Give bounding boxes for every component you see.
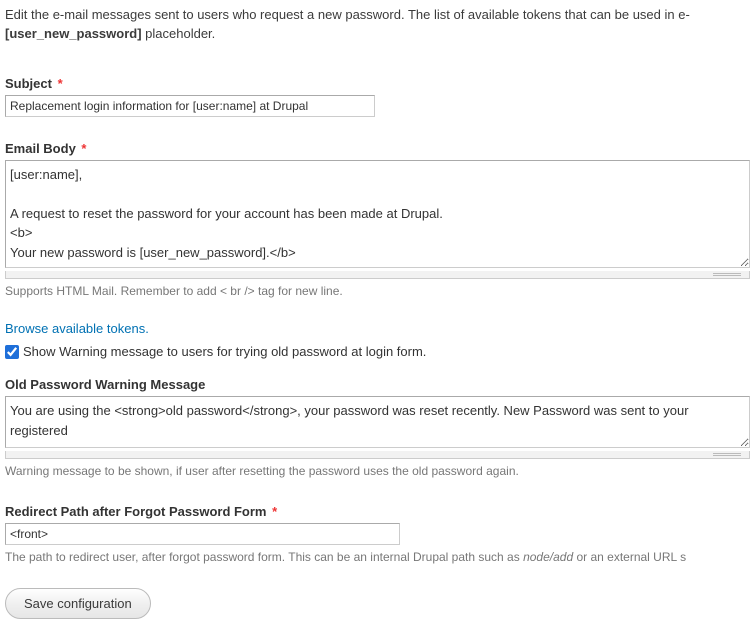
redirect-desc-after: or an external URL s [573, 550, 686, 564]
redirect-input[interactable] [5, 523, 400, 545]
old-password-warning-field: Old Password Warning Message You are usi… [5, 377, 750, 480]
old-pw-warning-label: Old Password Warning Message [5, 377, 205, 392]
resize-handle[interactable] [5, 451, 750, 459]
subject-input[interactable] [5, 95, 375, 117]
show-warning-label: Show Warning message to users for trying… [23, 344, 426, 359]
required-star-icon: * [81, 141, 86, 156]
subject-field: Subject * [5, 76, 750, 117]
redirect-field: Redirect Path after Forgot Password Form… [5, 504, 750, 566]
redirect-desc-before: The path to redirect user, after forgot … [5, 550, 523, 564]
intro-after: placeholder. [142, 26, 216, 41]
show-warning-checkbox[interactable] [5, 345, 19, 359]
redirect-label: Redirect Path after Forgot Password Form [5, 504, 267, 519]
email-body-description: Supports HTML Mail. Remember to add < br… [5, 283, 750, 300]
email-body-textarea[interactable]: [user:name], A request to reset the pass… [5, 160, 750, 268]
old-pw-warning-description: Warning message to be shown, if user aft… [5, 463, 750, 480]
resize-handle[interactable] [5, 271, 750, 279]
submit-block: Save configuration [5, 588, 750, 619]
save-configuration-button[interactable]: Save configuration [5, 588, 151, 619]
intro-text: Edit the e-mail messages sent to users w… [5, 0, 750, 52]
email-body-label: Email Body [5, 141, 76, 156]
redirect-desc-em: node/add [523, 550, 573, 564]
intro-token: [user_new_password] [5, 26, 142, 41]
required-star-icon: * [58, 76, 63, 91]
old-pw-warning-textarea[interactable]: You are using the <strong>old password</… [5, 396, 750, 448]
intro-line1: Edit the e-mail messages sent to users w… [5, 7, 690, 22]
show-warning-row: Show Warning message to users for trying… [5, 344, 750, 359]
redirect-description: The path to redirect user, after forgot … [5, 549, 750, 566]
required-star-icon: * [272, 504, 277, 519]
email-body-field: Email Body * [user:name], A request to r… [5, 141, 750, 300]
browse-tokens-link[interactable]: Browse available tokens. [5, 321, 149, 336]
subject-label: Subject [5, 76, 52, 91]
